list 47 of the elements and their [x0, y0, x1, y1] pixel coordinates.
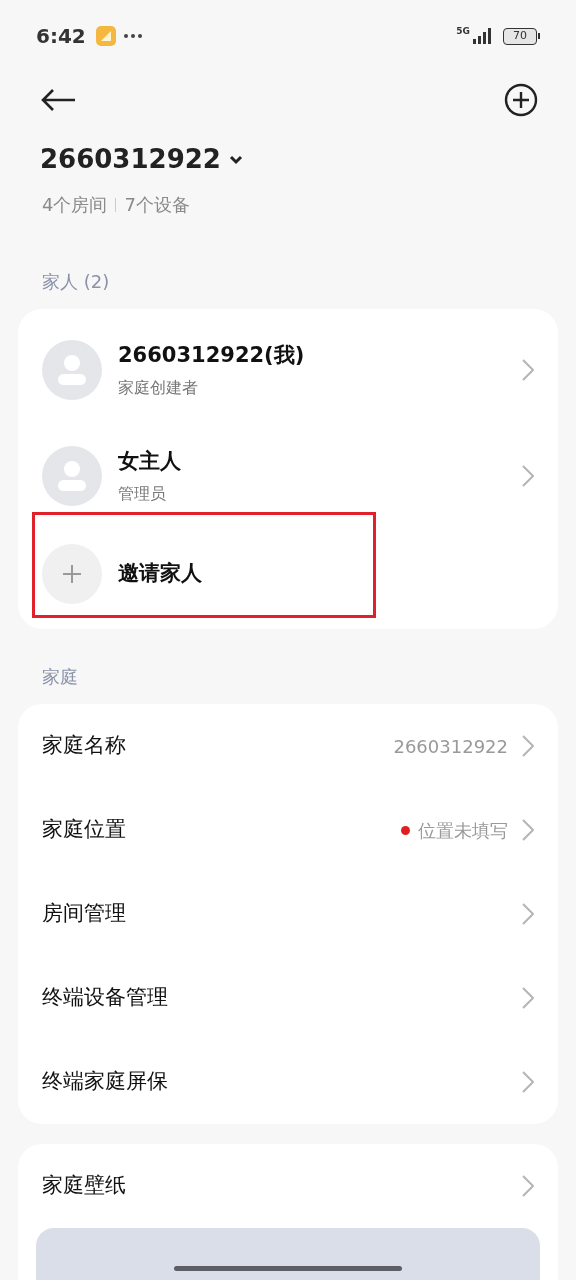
chevron-right-icon: [522, 1071, 534, 1093]
member-role: 家庭创建者: [118, 376, 199, 399]
device-count: 7个设备: [124, 193, 190, 217]
signal-icon: [471, 28, 493, 44]
settings-row[interactable]: 终端家庭屏保: [18, 1040, 558, 1124]
chevron-right-icon: [522, 1175, 534, 1197]
chevron-right-icon: [522, 735, 534, 757]
add-circle-icon[interactable]: [504, 83, 538, 117]
member-name: 2660312922(我): [118, 342, 306, 370]
row-value: 位置未填写: [418, 818, 508, 843]
network-label: 5G: [456, 25, 470, 39]
app-notification-icon: [95, 26, 116, 46]
row-label: 终端家庭屏保: [42, 1068, 169, 1096]
invite-label: 邀请家人: [118, 560, 202, 588]
row-label: 家庭位置: [42, 816, 127, 844]
member-row[interactable]: 女主人 管理员: [18, 423, 558, 529]
back-arrow-icon[interactable]: [40, 88, 76, 112]
dropdown-caret-icon[interactable]: [228, 154, 243, 165]
settings-row[interactable]: 终端设备管理: [18, 956, 558, 1040]
row-value: 2660312922: [393, 734, 508, 759]
settings-row[interactable]: 家庭壁纸: [18, 1144, 558, 1228]
settings-row[interactable]: 房间管理: [18, 872, 558, 956]
plus-circle-icon: [42, 544, 102, 604]
chevron-right-icon: [522, 903, 534, 925]
more-dots-icon: [123, 34, 142, 38]
chevron-right-icon: [522, 465, 534, 487]
chevron-right-icon: [522, 987, 534, 1009]
avatar-icon: [42, 446, 102, 506]
member-role: 管理员: [118, 482, 167, 505]
member-row[interactable]: 2660312922(我) 家庭创建者: [18, 317, 558, 423]
clock: 6:42: [36, 23, 86, 50]
invite-row[interactable]: 邀请家人: [18, 529, 558, 619]
chevron-right-icon: [522, 359, 534, 381]
row-label: 房间管理: [42, 900, 127, 928]
settings-row[interactable]: 家庭位置 位置未填写: [18, 788, 558, 872]
row-label: 终端设备管理: [42, 984, 169, 1012]
row-label: 家庭名称: [42, 732, 127, 760]
member-name: 女主人: [118, 448, 182, 476]
battery-indicator: 70: [503, 27, 537, 45]
settings-row[interactable]: 家庭名称 2660312922: [18, 704, 558, 788]
row-label: 家庭壁纸: [42, 1172, 127, 1200]
chevron-right-icon: [522, 819, 534, 841]
section-title: 家人 (2): [41, 270, 111, 294]
room-count: 4个房间: [42, 193, 108, 217]
home-title[interactable]: 2660312922: [40, 140, 221, 179]
section-title: 家庭: [41, 665, 79, 689]
avatar-icon: [42, 340, 102, 400]
